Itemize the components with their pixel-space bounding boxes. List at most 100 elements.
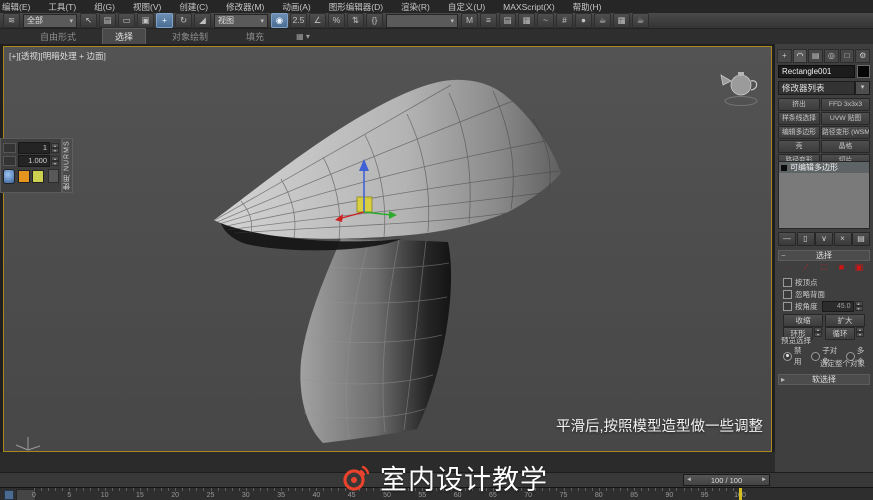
object-name-field[interactable]: Rectangle001 (778, 65, 855, 78)
angle-updown[interactable]: ▴▾ (855, 301, 863, 311)
named-selection-dropdown[interactable]: ▾ (386, 14, 458, 28)
create-tab-icon[interactable]: + (777, 49, 792, 63)
hierarchy-tab-icon[interactable]: ▤ (808, 49, 823, 63)
modifier-list-dropdown[interactable]: 修改器列表 ▾ (778, 81, 870, 95)
menu-item[interactable]: 编辑(E) (0, 1, 39, 13)
percent-snap-icon[interactable]: % (328, 13, 345, 28)
perspective-viewport[interactable]: [+][透视][明暗处理 + 边面] 平滑后,按照模型造型做一些调整 (3, 46, 772, 452)
by-angle-row[interactable]: 按角度 45.0 ▴▾ (783, 301, 869, 311)
ribbon-show-panels-icon[interactable]: ▦ ▾ (296, 32, 310, 41)
modifier-button[interactable]: 壳 (778, 140, 820, 153)
spinner-snap-icon[interactable]: ⇅ (347, 13, 364, 28)
object-color-swatch[interactable] (857, 65, 870, 78)
render-setup-icon[interactable]: ☕ (594, 13, 611, 28)
by-vertex-row[interactable]: 按顶点 (783, 277, 869, 287)
ribbon-tab-填充[interactable]: 填充 (234, 29, 276, 44)
menu-item[interactable]: 组(G) (85, 1, 124, 13)
sphere-button-icon[interactable] (3, 169, 15, 184)
smoothness-spinner[interactable]: 1.000 (18, 155, 50, 167)
vertex-icon[interactable]: · (783, 262, 795, 273)
border-icon[interactable]: □ (818, 262, 830, 273)
menu-item[interactable]: 修改器(M) (217, 1, 273, 13)
menu-item[interactable]: MAXScript(X) (494, 2, 563, 12)
menu-item[interactable]: 帮助(H) (564, 1, 611, 13)
configure-modifier-sets-icon[interactable]: ▤ (852, 232, 870, 246)
modifier-button[interactable]: UVW 贴图 (821, 112, 870, 125)
smoothness-updown[interactable]: ▴▾ (51, 156, 59, 166)
iterations-spinner[interactable]: 1 (18, 142, 50, 154)
modifier-button[interactable]: 晶格 (821, 140, 870, 153)
select-and-link-icon[interactable]: ≋ (3, 13, 20, 28)
snap-25d-icon[interactable]: 2.5 (290, 13, 307, 28)
grow-button[interactable]: 扩大 (825, 314, 865, 327)
radio-disable[interactable] (783, 352, 792, 361)
ring-updown[interactable]: ▴▾ (814, 327, 822, 337)
radio-subobject[interactable] (811, 352, 820, 361)
ribbon-toggle-icon[interactable]: ▦ (518, 13, 535, 28)
remove-modifier-icon[interactable]: × (834, 232, 852, 246)
loop-updown[interactable]: ▴▾ (856, 327, 864, 337)
shrink-button[interactable]: 收缩 (783, 314, 823, 327)
menu-item[interactable]: 图形编辑器(D) (320, 1, 392, 13)
edge-icon[interactable]: ∕ (801, 262, 813, 273)
next-frame-icon[interactable]: ► (759, 477, 769, 483)
ribbon-tab-自由形式[interactable]: 自由形式 (28, 29, 88, 44)
by-angle-checkbox[interactable] (783, 302, 792, 311)
modifier-button[interactable]: 样条线选择 (778, 112, 820, 125)
select-by-name-icon[interactable]: ▤ (99, 13, 116, 28)
surface-button-icon[interactable] (48, 169, 59, 183)
angle-value-field[interactable]: 45.0 (822, 301, 854, 312)
current-frame-marker[interactable] (739, 488, 742, 500)
iterations-updown[interactable]: ▴▾ (51, 143, 59, 153)
chevron-down-icon[interactable]: ▾ (855, 81, 870, 95)
ribbon-tab-对象绘制[interactable]: 对象绘制 (160, 29, 220, 44)
use-nurms-tab[interactable]: 使用 NURMS (62, 138, 73, 193)
menu-item[interactable]: 渲染(R) (392, 1, 439, 13)
modify-tab-icon[interactable]: ◠ (793, 49, 808, 63)
menu-item[interactable]: 创建(C) (170, 1, 217, 13)
polygon-icon[interactable]: ■ (836, 262, 848, 273)
modifier-stack[interactable]: 可编辑多边形 (778, 161, 870, 229)
modifier-button[interactable]: FFD 3x3x3 (821, 98, 870, 111)
align-icon[interactable]: ≡ (480, 13, 497, 28)
selection-filter-dropdown[interactable]: 全部▾ (23, 14, 77, 28)
modifier-button[interactable]: 路径变形 (WSM) (821, 126, 870, 139)
viewport-label[interactable]: [+][透视][明暗处理 + 边面] (9, 50, 106, 62)
ignore-backfacing-checkbox[interactable] (783, 290, 792, 299)
layer-manager-icon[interactable]: ▤ (499, 13, 516, 28)
modifier-button[interactable]: 挤出 (778, 98, 820, 111)
time-slider[interactable]: ◄ 100 / 100 ► (0, 472, 873, 487)
soft-selection-rollout-header[interactable]: ▸ 软选择 (778, 374, 870, 385)
rotate-icon[interactable]: ↻ (175, 13, 192, 28)
motion-tab-icon[interactable]: ◎ (824, 49, 839, 63)
time-slider-handle[interactable]: ◄ 100 / 100 ► (683, 474, 770, 486)
ignore-backfacing-row[interactable]: 忽略背面 (783, 289, 869, 299)
selection-rollout-header[interactable]: − 选择 (778, 250, 870, 261)
edit-selection-set-icon[interactable]: {} (366, 13, 383, 28)
scale-icon[interactable]: ◢ (194, 13, 211, 28)
prev-frame-icon[interactable]: ◄ (684, 477, 694, 483)
by-vertex-checkbox[interactable] (783, 278, 792, 287)
rect-region-icon[interactable]: ▭ (118, 13, 135, 28)
material-editor-icon[interactable]: ● (575, 13, 592, 28)
menu-item[interactable]: 动画(A) (273, 1, 319, 13)
loop-button[interactable]: 循环 (825, 327, 855, 340)
show-end-result-icon[interactable]: ▯ (797, 232, 815, 246)
render-icon[interactable]: ☕ (632, 13, 649, 28)
pin-stack-icon[interactable]: — (778, 232, 796, 246)
orange-swatch[interactable] (18, 170, 30, 183)
mirror-icon[interactable]: M (461, 13, 478, 28)
select-object-icon[interactable]: ↖ (80, 13, 97, 28)
pivot-center-icon[interactable]: ◉ (271, 13, 288, 28)
rendered-frame-icon[interactable]: ▦ (613, 13, 630, 28)
schematic-view-icon[interactable]: # (556, 13, 573, 28)
ref-coord-dropdown[interactable]: 视图▾ (214, 14, 268, 28)
angle-snap-icon[interactable]: ∠ (309, 13, 326, 28)
display-tab-icon[interactable]: □ (840, 49, 855, 63)
menu-item[interactable]: 自定义(U) (439, 1, 494, 13)
menu-item[interactable]: 工具(T) (39, 1, 85, 13)
element-icon[interactable]: ▣ (853, 262, 865, 273)
select-move-icon[interactable]: + (156, 13, 173, 28)
stack-item-editable-poly[interactable]: 可编辑多边形 (779, 162, 869, 173)
make-unique-icon[interactable]: ∨ (815, 232, 833, 246)
